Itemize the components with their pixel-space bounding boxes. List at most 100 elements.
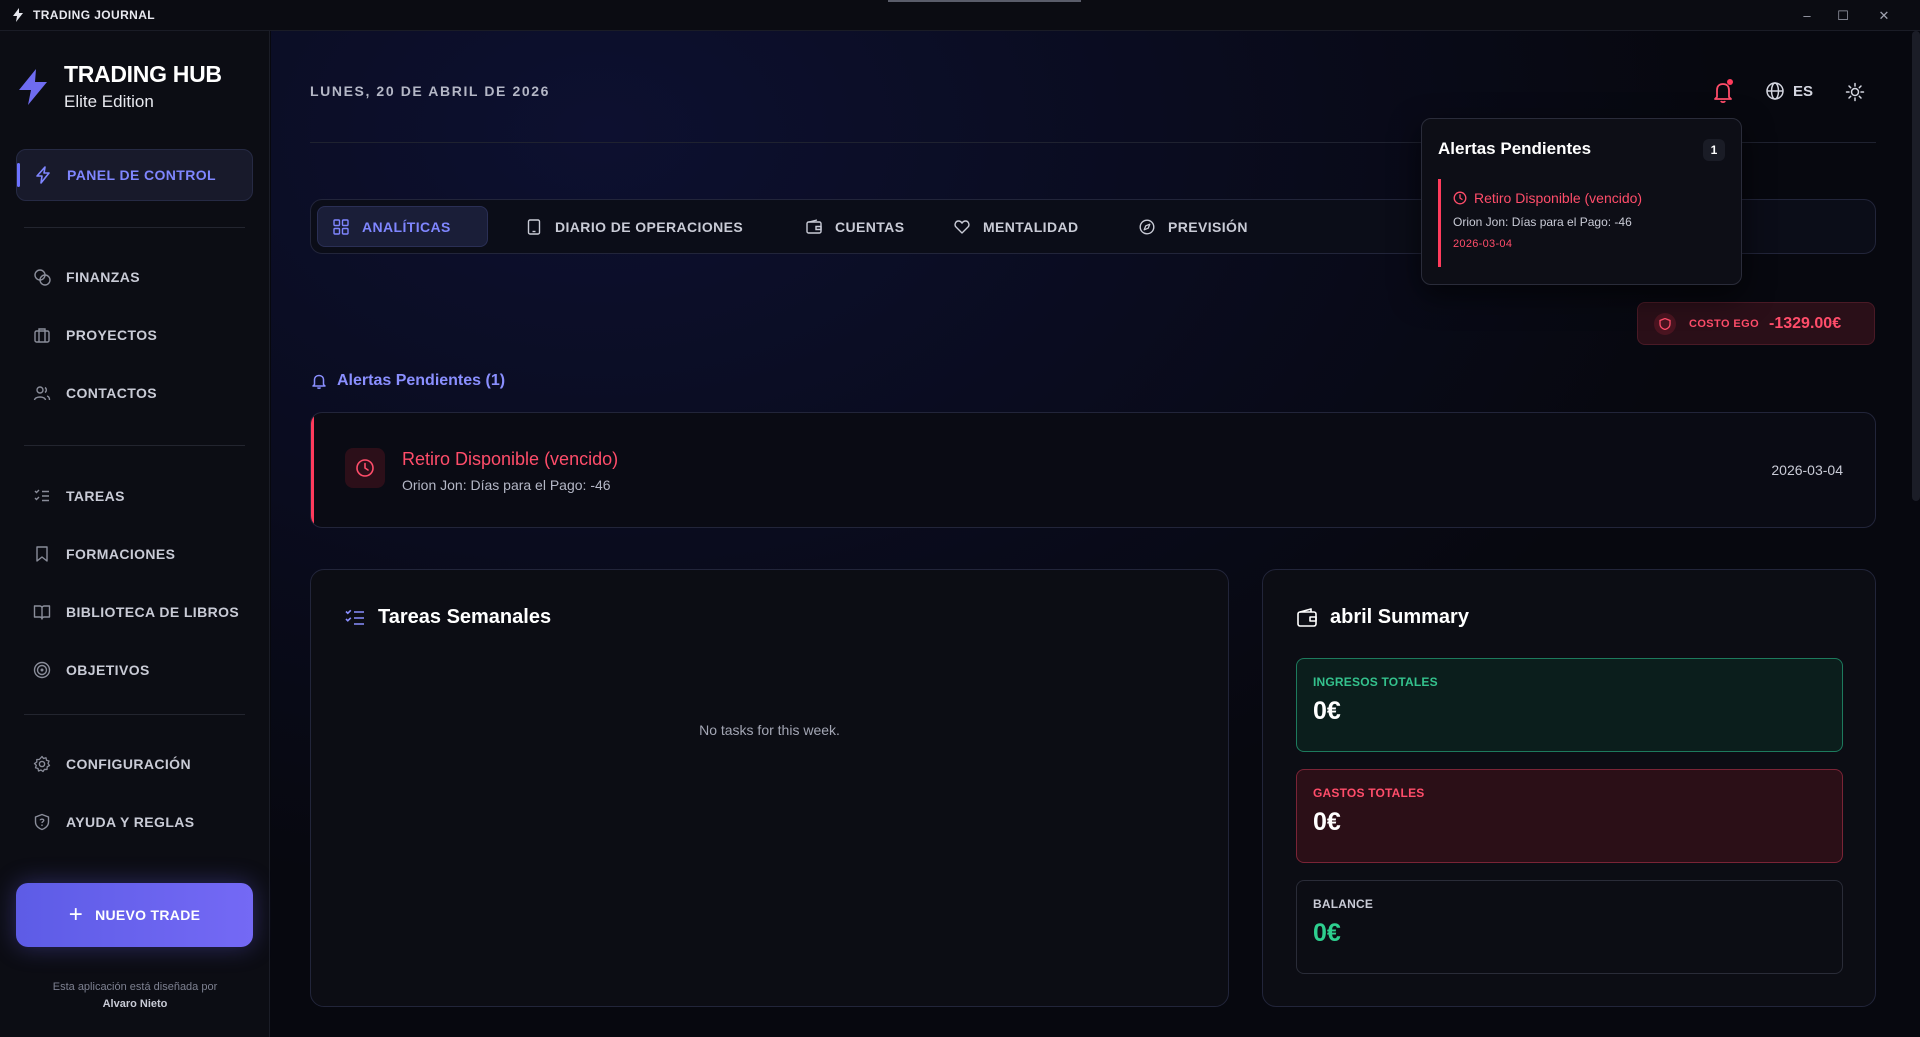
alert-detail: Orion Jon: Días para el Pago: -46 (402, 477, 611, 493)
briefcase-icon (32, 325, 52, 345)
window-title: TRADING JOURNAL (33, 8, 155, 22)
tab-label: CUENTAS (835, 218, 905, 235)
alert-card[interactable]: Retiro Disponible (vencido) Orion Jon: D… (310, 412, 1876, 528)
sidebar-item-label: BIBLIOTECA DE LIBROS (66, 604, 240, 620)
maximize-button[interactable]: ☐ (1823, 0, 1863, 31)
sidebar-item-proyectos[interactable]: PROYECTOS (16, 309, 253, 361)
expense-card: GASTOS TOTALES 0€ (1296, 769, 1843, 863)
alert-count-badge: 1 (1703, 139, 1725, 161)
ego-cost-value: -1329.00€ (1769, 314, 1842, 332)
popup-alert-detail: Orion Jon: Días para el Pago: -46 (1453, 215, 1632, 229)
sidebar: TRADING HUB Elite Edition PANEL DE CONTR… (0, 31, 270, 1037)
language-selector[interactable]: ES (1765, 81, 1813, 101)
clock-icon (1453, 191, 1467, 205)
shield-help-icon (32, 812, 52, 832)
sidebar-item-panel-de-control[interactable]: PANEL DE CONTROL (16, 149, 253, 201)
bolt-icon (12, 8, 26, 22)
sidebar-item-configuracion[interactable]: CONFIGURACIÓN (16, 738, 253, 790)
bolt-logo-icon (19, 69, 47, 105)
sidebar-item-label: AYUDA Y REGLAS (66, 814, 195, 830)
sidebar-item-label: TAREAS (66, 488, 125, 504)
drag-handle[interactable] (888, 0, 1081, 2)
tab-label: MENTALIDAD (983, 218, 1079, 235)
popup-alert-item[interactable]: Retiro Disponible (vencido) Orion Jon: D… (1438, 179, 1728, 267)
tab-analiticas[interactable]: ANALÍTICAS (317, 206, 488, 247)
grid-icon (332, 218, 350, 236)
heart-icon (953, 218, 971, 236)
sidebar-item-ayuda-y-reglas[interactable]: AYUDA Y REGLAS (16, 796, 253, 848)
credit-line: Esta aplicación está diseñada por (52, 981, 218, 993)
list-check-icon (345, 609, 364, 625)
sidebar-item-finanzas[interactable]: FINANZAS (16, 251, 253, 303)
balance-label: BALANCE (1313, 897, 1374, 911)
sidebar-item-tareas[interactable]: TAREAS (16, 470, 253, 522)
wallet-icon (805, 218, 823, 236)
tab-mentalidad[interactable]: MENTALIDAD (939, 206, 1093, 247)
bolt-icon (33, 165, 53, 185)
book-open-icon (32, 602, 52, 622)
sidebar-item-objetivos[interactable]: OBJETIVOS (16, 644, 253, 696)
sun-icon[interactable] (1845, 82, 1865, 102)
alert-title: Retiro Disponible (vencido) (402, 449, 619, 469)
popup-alert-date: 2026-03-04 (1453, 238, 1513, 250)
credit-author: Alvaro Nieto (102, 998, 168, 1010)
expense-value: 0€ (1313, 808, 1341, 836)
new-trade-button[interactable]: + NUEVO TRADE (16, 883, 253, 947)
gear-icon (32, 754, 52, 774)
tab-label: DIARIO DE OPERACIONES (555, 218, 744, 235)
sidebar-item-contactos[interactable]: CONTACTOS (16, 367, 253, 419)
compass-icon (1138, 218, 1156, 236)
coins-icon (32, 267, 52, 287)
sidebar-item-label: FORMACIONES (66, 546, 176, 562)
new-trade-label: NUEVO TRADE (95, 907, 201, 923)
tab-label: ANALÍTICAS (362, 218, 451, 235)
title-bar: TRADING JOURNAL – ☐ ✕ (0, 0, 1920, 31)
scrollbar[interactable] (1912, 31, 1920, 501)
alerts-heading-label: Alertas Pendientes (1) (337, 372, 506, 389)
tab-label: PREVISIÓN (1168, 218, 1248, 235)
sidebar-item-label: CONTACTOS (66, 385, 157, 401)
divider (24, 445, 245, 446)
brand-title: TRADING HUB (64, 61, 222, 87)
list-check-icon (32, 486, 52, 506)
sidebar-item-label: PROYECTOS (66, 327, 158, 343)
brand: TRADING HUB Elite Edition (16, 61, 222, 112)
ego-cost-badge: COSTO EGO -1329.00€ (1637, 302, 1875, 345)
divider (24, 714, 245, 715)
tablet-icon (525, 218, 543, 236)
sidebar-item-formaciones[interactable]: FORMACIONES (16, 528, 253, 580)
sidebar-item-label: FINANZAS (66, 269, 140, 285)
expense-label: GASTOS TOTALES (1313, 786, 1425, 800)
globe-icon (1766, 82, 1784, 100)
divider (24, 227, 245, 228)
alert-date: 2026-03-04 (1771, 462, 1843, 478)
tab-diario-de-operaciones[interactable]: DIARIO DE OPERACIONES (511, 206, 757, 247)
ego-cost-label: COSTO EGO (1689, 317, 1760, 330)
bookmark-icon (32, 544, 52, 564)
income-label: INGRESOS TOTALES (1313, 675, 1438, 689)
sidebar-item-label: PANEL DE CONTROL (67, 167, 216, 183)
sidebar-item-biblioteca-de-libros[interactable]: BIBLIOTECA DE LIBROS (16, 586, 253, 638)
panel-title: Tareas Semanales (344, 606, 551, 629)
popup-title: Alertas Pendientes (1438, 139, 1592, 158)
alerts-heading: Alertas Pendientes (1) (310, 372, 505, 390)
language-label: ES (1793, 82, 1814, 100)
tab-cuentas[interactable]: CUENTAS (791, 206, 918, 247)
balance-value: 0€ (1313, 919, 1341, 947)
monthly-summary-panel: abril Summary INGRESOS TOTALES 0€ GASTOS… (1262, 569, 1876, 1007)
income-value: 0€ (1313, 697, 1341, 725)
sidebar-item-label: CONFIGURACIÓN (66, 756, 191, 772)
plus-icon: + (68, 901, 84, 928)
shield-icon (1654, 312, 1676, 335)
brand-subtitle: Elite Edition (64, 92, 154, 111)
alerts-popup: Alertas Pendientes 1 Retiro Disponible (… (1421, 118, 1742, 285)
minimize-button[interactable]: – (1787, 0, 1827, 31)
current-date: LUNES, 20 DE ABRIL DE 2026 (310, 83, 550, 99)
users-icon (32, 383, 52, 403)
summary-title: abril Summary (1330, 606, 1469, 628)
popup-alert-title: Retiro Disponible (vencido) (1474, 190, 1643, 206)
target-icon (32, 660, 52, 680)
close-button[interactable]: ✕ (1864, 0, 1904, 31)
tab-prevision[interactable]: PREVISIÓN (1124, 206, 1262, 247)
weekly-tasks-title: Tareas Semanales (378, 606, 552, 628)
